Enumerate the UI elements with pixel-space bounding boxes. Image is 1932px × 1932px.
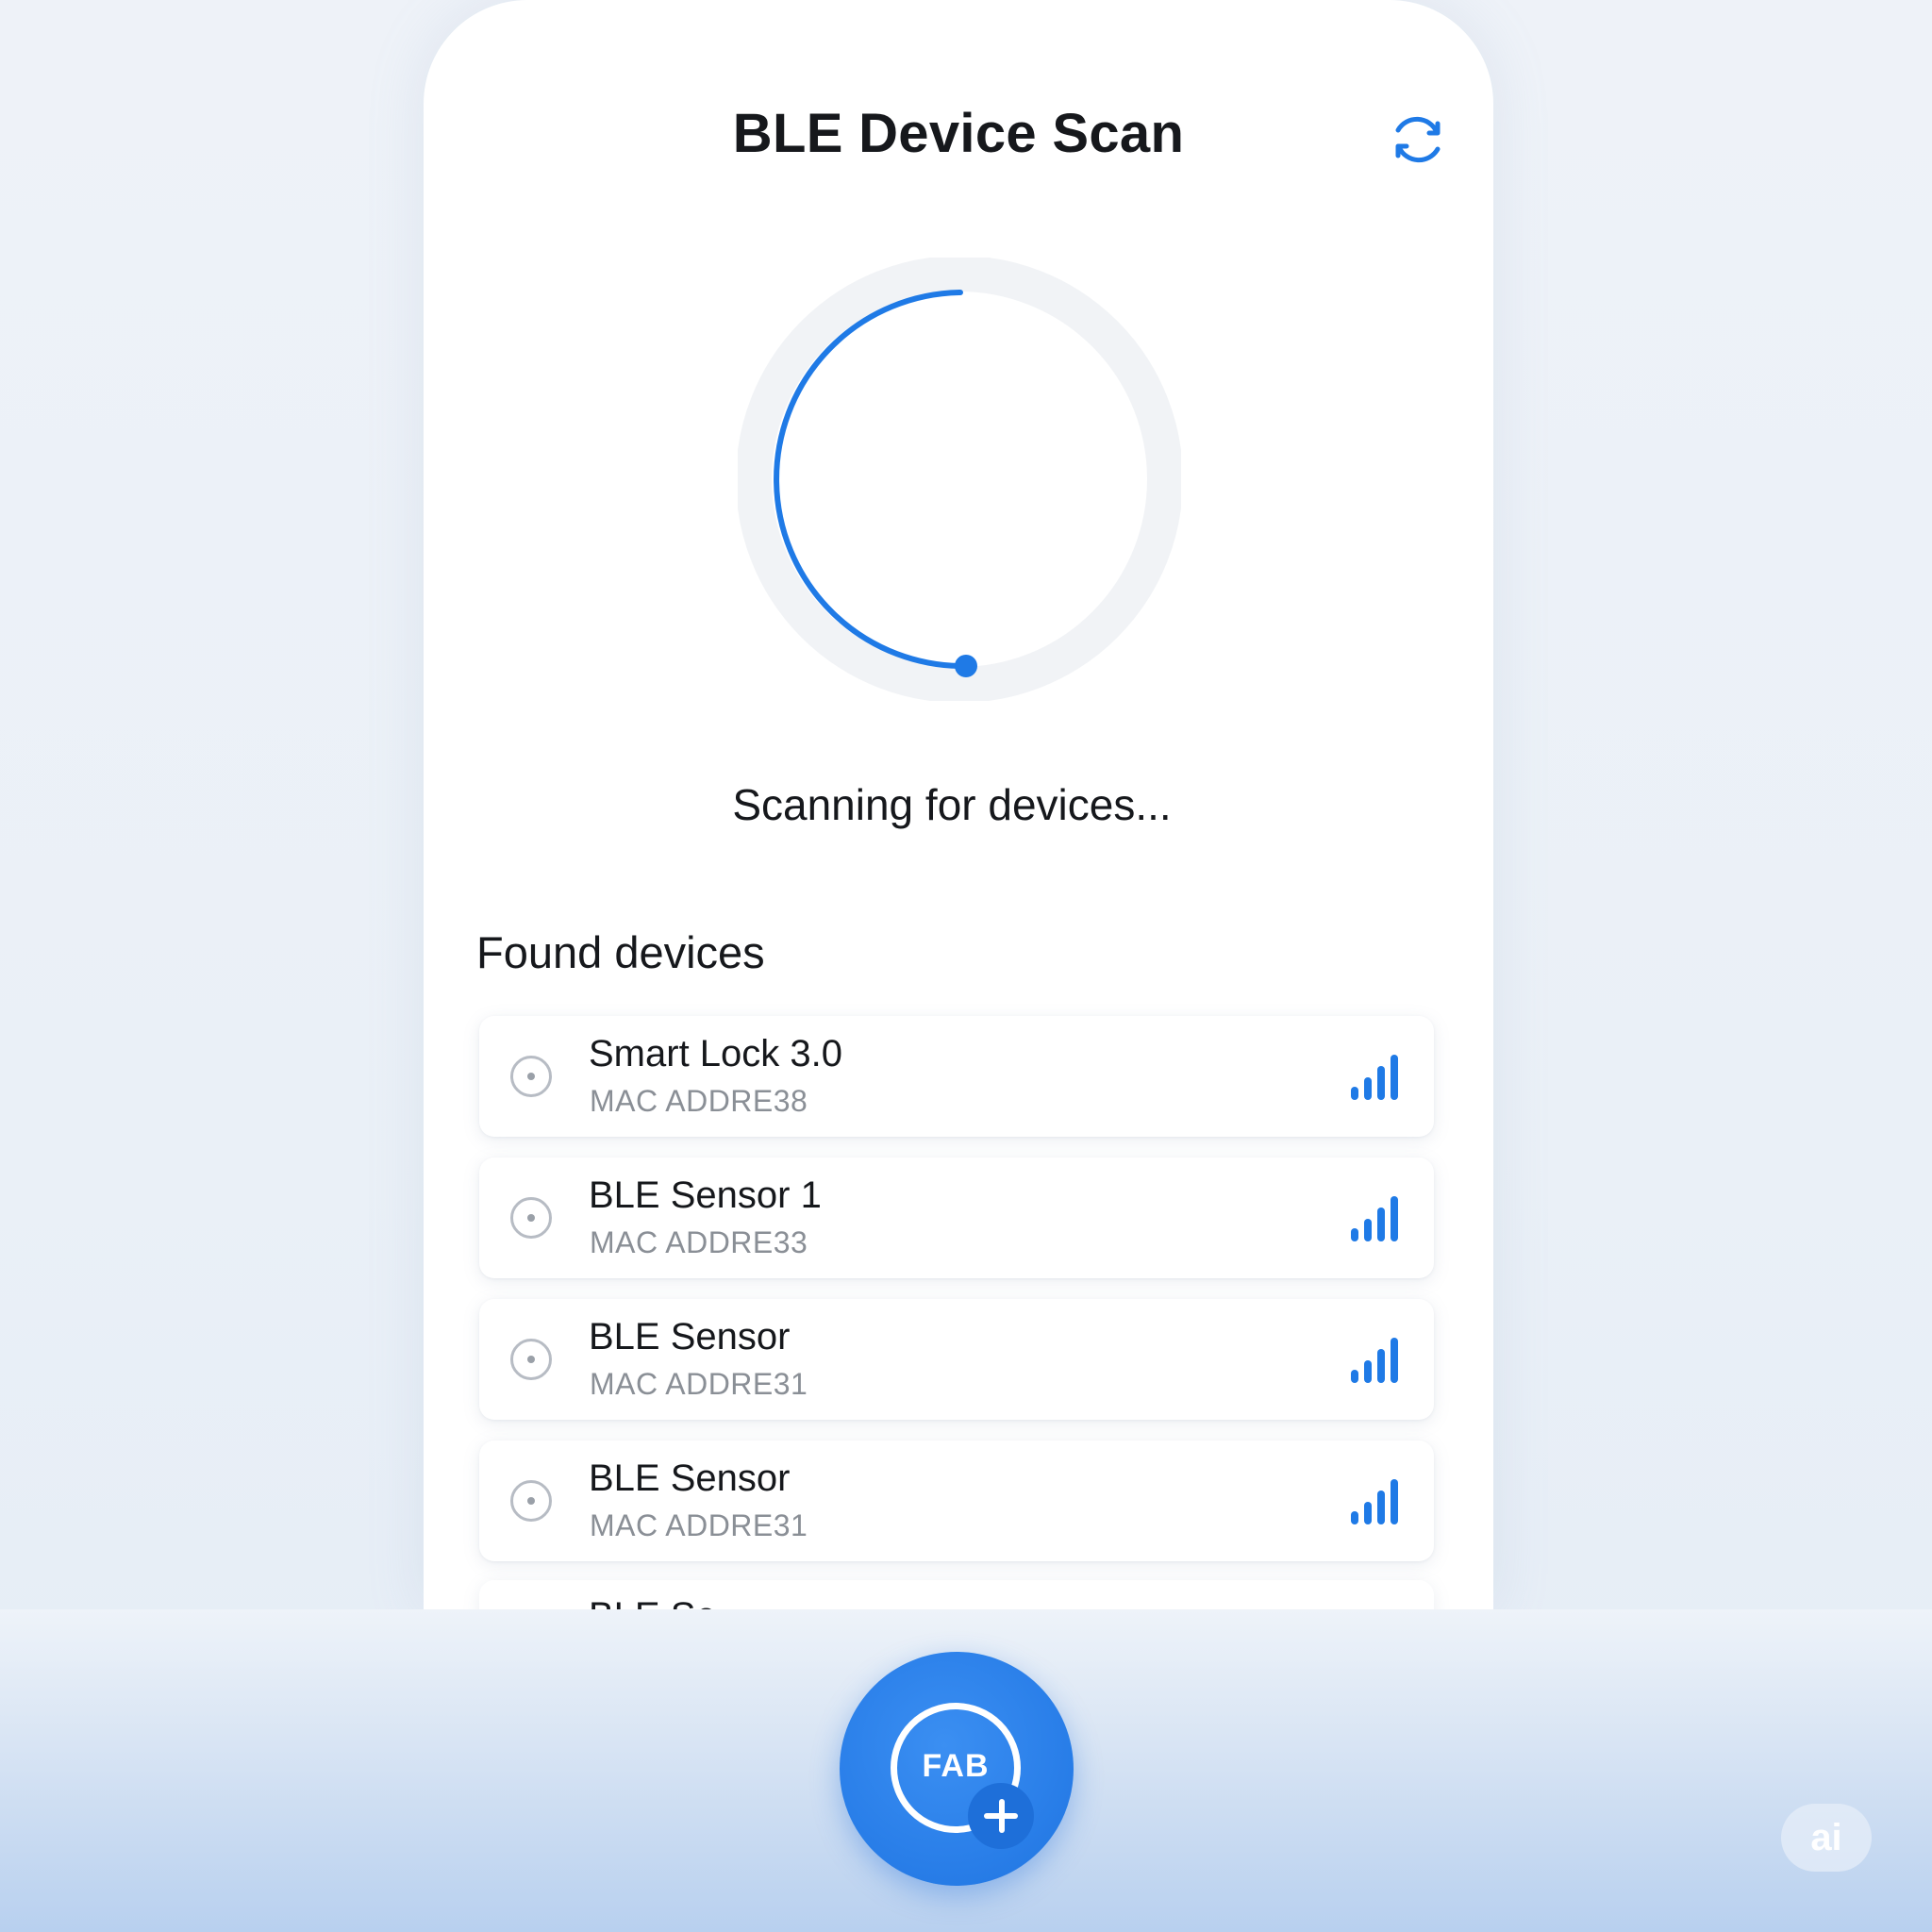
radio-icon[interactable] <box>510 1480 552 1522</box>
signal-strength-icon <box>1349 1194 1400 1241</box>
device-item-partial[interactable]: BLE Se... <box>479 1580 1434 1609</box>
device-name: BLE Se... <box>589 1595 748 1609</box>
refresh-button[interactable] <box>1388 109 1448 170</box>
radio-icon[interactable] <box>510 1197 552 1239</box>
signal-strength-icon <box>1349 1053 1400 1100</box>
radio-icon[interactable] <box>510 1339 552 1380</box>
refresh-icon <box>1395 116 1441 163</box>
fab-button[interactable]: FAB <box>840 1652 1074 1886</box>
app-screen: BLE Device Scan Scanning for devices... … <box>424 0 1493 1609</box>
device-item-ble-sensor-b[interactable]: BLE Sensor MAC ADDRE31 <box>479 1441 1434 1561</box>
scan-progress-ring <box>738 258 1181 701</box>
device-name: Smart Lock 3.0 <box>589 1033 843 1074</box>
device-name: BLE Sensor 1 <box>589 1174 822 1216</box>
device-item-ble-sensor-a[interactable]: BLE Sensor MAC ADDRE31 <box>479 1299 1434 1420</box>
signal-strength-icon <box>1349 1336 1400 1383</box>
device-list: Smart Lock 3.0 MAC ADDRE38 BLE Sensor 1 … <box>479 1016 1434 1582</box>
signal-strength-icon <box>1349 1477 1400 1524</box>
device-item-smart-lock[interactable]: Smart Lock 3.0 MAC ADDRE38 <box>479 1016 1434 1137</box>
device-mac: MAC ADDRE38 <box>590 1084 808 1118</box>
radio-icon[interactable] <box>510 1056 552 1097</box>
page-title: BLE Device Scan <box>732 103 1185 164</box>
device-item-ble-sensor-1[interactable]: BLE Sensor 1 MAC ADDRE33 <box>479 1158 1434 1278</box>
scan-status-text: Scanning for devices... <box>732 780 1172 829</box>
device-mac: MAC ADDRE31 <box>590 1508 808 1542</box>
device-mac: MAC ADDRE31 <box>590 1367 808 1401</box>
watermark-badge: ai <box>1781 1804 1872 1872</box>
plus-icon <box>968 1783 1034 1849</box>
device-name: BLE Sensor <box>589 1316 791 1357</box>
device-name: BLE Sensor <box>589 1457 791 1499</box>
device-mac: MAC ADDRE33 <box>590 1225 808 1259</box>
found-devices-heading: Found devices <box>476 927 765 977</box>
fab-label: FAB <box>922 1748 990 1784</box>
